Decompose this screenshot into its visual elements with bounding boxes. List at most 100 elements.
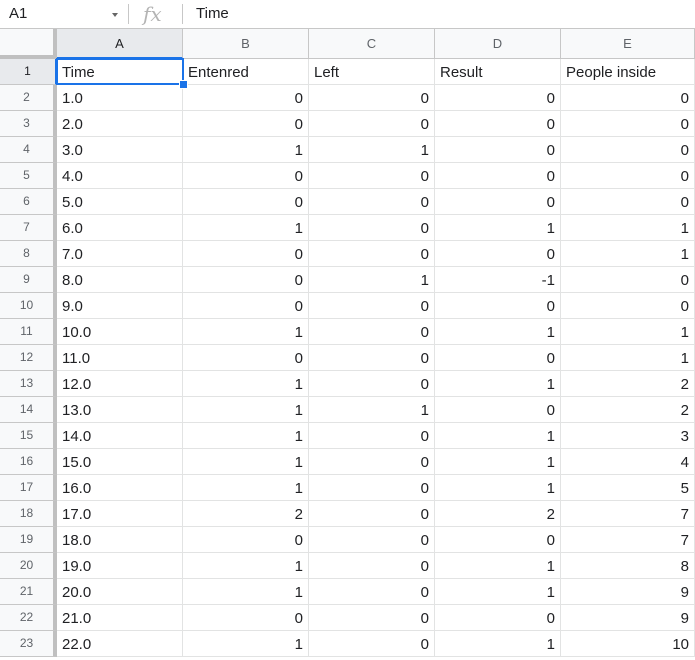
cell-e6[interactable]: 0 (561, 189, 695, 215)
row-header-23[interactable]: 23 (0, 631, 57, 657)
cell-a10[interactable]: 9.0 (57, 293, 183, 319)
cell-a3[interactable]: 2.0 (57, 111, 183, 137)
cell-b6[interactable]: 0 (183, 189, 309, 215)
cell-b13[interactable]: 1 (183, 371, 309, 397)
cell-e2[interactable]: 0 (561, 85, 695, 111)
row-header-14[interactable]: 14 (0, 397, 57, 423)
cell-c2[interactable]: 0 (309, 85, 435, 111)
cell-e5[interactable]: 0 (561, 163, 695, 189)
cell-b10[interactable]: 0 (183, 293, 309, 319)
cell-a1[interactable]: Time (57, 59, 183, 85)
cell-a11[interactable]: 10.0 (57, 319, 183, 345)
cell-e7[interactable]: 1 (561, 215, 695, 241)
cell-d14[interactable]: 0 (435, 397, 561, 423)
row-header-11[interactable]: 11 (0, 319, 57, 345)
cell-d11[interactable]: 1 (435, 319, 561, 345)
cell-b2[interactable]: 0 (183, 85, 309, 111)
cell-e11[interactable]: 1 (561, 319, 695, 345)
cell-e17[interactable]: 5 (561, 475, 695, 501)
cell-e20[interactable]: 8 (561, 553, 695, 579)
cell-e3[interactable]: 0 (561, 111, 695, 137)
cell-d4[interactable]: 0 (435, 137, 561, 163)
cell-c14[interactable]: 1 (309, 397, 435, 423)
cell-c3[interactable]: 0 (309, 111, 435, 137)
fill-handle[interactable] (179, 80, 188, 89)
cell-c12[interactable]: 0 (309, 345, 435, 371)
column-header-c[interactable]: C (309, 29, 435, 59)
cell-b17[interactable]: 1 (183, 475, 309, 501)
cell-c22[interactable]: 0 (309, 605, 435, 631)
cell-d22[interactable]: 0 (435, 605, 561, 631)
cell-d3[interactable]: 0 (435, 111, 561, 137)
row-header-8[interactable]: 8 (0, 241, 57, 267)
cell-d16[interactable]: 1 (435, 449, 561, 475)
row-header-2[interactable]: 2 (0, 85, 57, 111)
cell-a2[interactable]: 1.0 (57, 85, 183, 111)
cell-a6[interactable]: 5.0 (57, 189, 183, 215)
cell-e21[interactable]: 9 (561, 579, 695, 605)
cell-b1[interactable]: Entenred (183, 59, 309, 85)
row-header-15[interactable]: 15 (0, 423, 57, 449)
cell-a9[interactable]: 8.0 (57, 267, 183, 293)
cell-c16[interactable]: 0 (309, 449, 435, 475)
cell-e14[interactable]: 2 (561, 397, 695, 423)
cell-c20[interactable]: 0 (309, 553, 435, 579)
cell-b19[interactable]: 0 (183, 527, 309, 553)
cell-d12[interactable]: 0 (435, 345, 561, 371)
cell-d18[interactable]: 2 (435, 501, 561, 527)
cell-d21[interactable]: 1 (435, 579, 561, 605)
cell-a20[interactable]: 19.0 (57, 553, 183, 579)
row-header-17[interactable]: 17 (0, 475, 57, 501)
column-header-b[interactable]: B (183, 29, 309, 59)
column-header-d[interactable]: D (435, 29, 561, 59)
cell-c19[interactable]: 0 (309, 527, 435, 553)
cell-d17[interactable]: 1 (435, 475, 561, 501)
row-header-6[interactable]: 6 (0, 189, 57, 215)
cell-b18[interactable]: 2 (183, 501, 309, 527)
cell-b11[interactable]: 1 (183, 319, 309, 345)
cell-a14[interactable]: 13.0 (57, 397, 183, 423)
cell-b7[interactable]: 1 (183, 215, 309, 241)
cell-b3[interactable]: 0 (183, 111, 309, 137)
cell-a8[interactable]: 7.0 (57, 241, 183, 267)
cell-e16[interactable]: 4 (561, 449, 695, 475)
cell-a22[interactable]: 21.0 (57, 605, 183, 631)
cell-a12[interactable]: 11.0 (57, 345, 183, 371)
cell-d15[interactable]: 1 (435, 423, 561, 449)
row-header-22[interactable]: 22 (0, 605, 57, 631)
column-header-a[interactable]: A (57, 29, 183, 59)
cell-e8[interactable]: 1 (561, 241, 695, 267)
row-header-16[interactable]: 16 (0, 449, 57, 475)
row-header-7[interactable]: 7 (0, 215, 57, 241)
cell-e23[interactable]: 10 (561, 631, 695, 657)
row-header-19[interactable]: 19 (0, 527, 57, 553)
row-header-3[interactable]: 3 (0, 111, 57, 137)
cell-c4[interactable]: 1 (309, 137, 435, 163)
cell-e18[interactable]: 7 (561, 501, 695, 527)
cell-a13[interactable]: 12.0 (57, 371, 183, 397)
cell-b20[interactable]: 1 (183, 553, 309, 579)
row-header-1[interactable]: 1 (0, 59, 57, 85)
cell-a18[interactable]: 17.0 (57, 501, 183, 527)
row-header-9[interactable]: 9 (0, 267, 57, 293)
row-header-18[interactable]: 18 (0, 501, 57, 527)
cell-e22[interactable]: 9 (561, 605, 695, 631)
cell-c17[interactable]: 0 (309, 475, 435, 501)
select-all-corner[interactable] (0, 29, 57, 59)
cell-b22[interactable]: 0 (183, 605, 309, 631)
cell-e12[interactable]: 1 (561, 345, 695, 371)
cell-e19[interactable]: 7 (561, 527, 695, 553)
formula-input[interactable]: Time (196, 0, 229, 28)
row-header-13[interactable]: 13 (0, 371, 57, 397)
cell-d23[interactable]: 1 (435, 631, 561, 657)
name-box[interactable]: A1 (0, 0, 128, 28)
cell-c5[interactable]: 0 (309, 163, 435, 189)
cell-a4[interactable]: 3.0 (57, 137, 183, 163)
cell-e9[interactable]: 0 (561, 267, 695, 293)
cell-a5[interactable]: 4.0 (57, 163, 183, 189)
cell-b14[interactable]: 1 (183, 397, 309, 423)
cell-d20[interactable]: 1 (435, 553, 561, 579)
cell-c10[interactable]: 0 (309, 293, 435, 319)
cell-b4[interactable]: 1 (183, 137, 309, 163)
cell-e15[interactable]: 3 (561, 423, 695, 449)
